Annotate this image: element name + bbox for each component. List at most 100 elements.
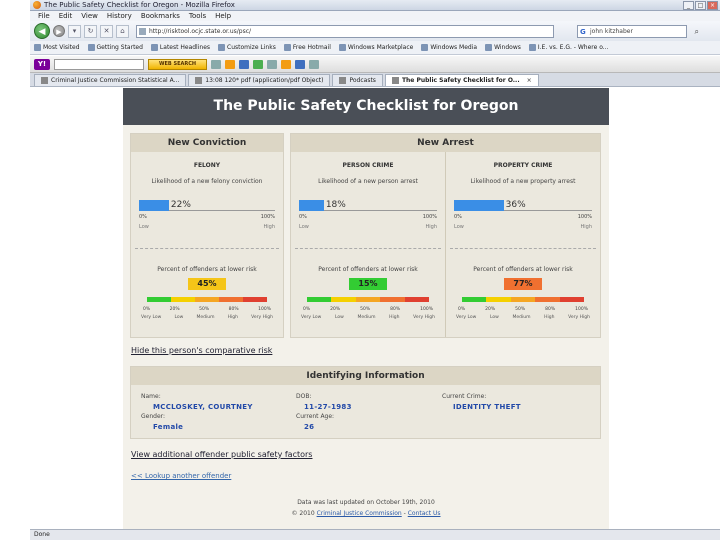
age-value: 26 xyxy=(304,423,315,431)
menu-edit[interactable]: Edit xyxy=(59,12,73,20)
percentile-tick: 80% xyxy=(545,307,556,312)
risk-level-label: Very High xyxy=(413,315,435,320)
search-box[interactable]: G john kitzhaber ⌕ xyxy=(577,24,699,38)
toolbar-star-icon[interactable] xyxy=(225,59,236,69)
new-conviction-section: New Conviction FELONY Likelihood of a ne… xyxy=(130,133,284,338)
tab-close-icon[interactable]: × xyxy=(527,77,532,84)
percentile-tick: 0% xyxy=(458,307,466,312)
risk-level-label: Very High xyxy=(568,315,590,320)
menu-history[interactable]: History xyxy=(107,12,132,20)
bookmark-ie-vs-eg[interactable]: I.E. vs. E.G. - Where o... xyxy=(528,44,609,51)
risk-segment xyxy=(380,297,405,302)
toolbar-news-icon[interactable] xyxy=(267,59,278,69)
risk-segment xyxy=(486,297,511,302)
percentile-ticks: 0% 20% 50% 80% 100% xyxy=(458,307,588,312)
contact-us-link[interactable]: Contact Us xyxy=(408,510,441,517)
bookmark-windows-media[interactable]: Windows Media xyxy=(421,44,477,51)
stop-icon[interactable]: ✕ xyxy=(100,24,113,38)
risk-level-label: Low xyxy=(489,315,499,320)
risk-level-label: Medium xyxy=(357,315,376,320)
bookmark-windows[interactable]: Windows xyxy=(485,44,521,51)
percentile-tick: 20% xyxy=(330,307,341,312)
tab-favicon xyxy=(339,77,347,84)
crime-value: IDENTITY THEFT xyxy=(453,403,521,411)
google-icon: G xyxy=(580,27,586,36)
menu-tools[interactable]: Tools xyxy=(189,12,206,20)
bookmark-getting-started[interactable]: Getting Started xyxy=(87,44,143,51)
url-bar[interactable]: http://risktool.ocjc.state.or.us/psc/ xyxy=(136,24,554,38)
risk-segment xyxy=(307,297,332,302)
tab-cjc-statistical[interactable]: Criminal Justice Commission Statistical … xyxy=(34,74,187,86)
bookmark-icon xyxy=(338,44,346,51)
bookmark-free-hotmail[interactable]: Free Hotmail xyxy=(283,44,331,51)
maximize-button[interactable]: □ xyxy=(695,1,706,10)
toolbar-shopping-icon[interactable] xyxy=(253,59,264,69)
menu-file[interactable]: File xyxy=(38,12,50,20)
risk-segment xyxy=(195,297,219,302)
bookmark-latest-headlines[interactable]: Latest Headlines xyxy=(150,44,210,51)
toolbar-answers-icon[interactable] xyxy=(309,59,320,69)
menu-help[interactable]: Help xyxy=(215,12,231,20)
divider xyxy=(135,248,279,249)
toolbar-games-icon[interactable] xyxy=(281,59,292,69)
view-additional-factors-link[interactable]: View additional offender public safety f… xyxy=(131,450,312,459)
reload-icon[interactable]: ↻ xyxy=(84,24,97,38)
hide-comparative-risk-link[interactable]: Hide this person's comparative risk xyxy=(131,346,272,355)
toolbar-pencil-icon[interactable] xyxy=(211,59,222,69)
bookmark-icon xyxy=(218,44,226,51)
risk-level-label: Medium xyxy=(196,315,215,320)
risk-level-label: High xyxy=(544,315,555,320)
risk-segment xyxy=(510,297,536,302)
lookup-another-offender-link[interactable]: << Lookup another offender xyxy=(131,472,231,480)
back-button[interactable]: ◀ xyxy=(34,23,50,39)
age-label: Current Age: xyxy=(296,413,335,420)
percentile-tick: 50% xyxy=(360,307,371,312)
risk-level-bar xyxy=(462,297,585,302)
tab-public-safety[interactable]: The Public Safety Checklist for O... × xyxy=(384,74,539,86)
window-title: The Public Safety Checklist for Oregon -… xyxy=(44,1,235,9)
name-label: Name: xyxy=(141,393,161,400)
yahoo-search-input[interactable] xyxy=(54,58,144,70)
yahoo-logo-icon[interactable]: Y! xyxy=(34,58,50,70)
tab-pdf-object[interactable]: 13:08 120* pdf (application/pdf Object) xyxy=(188,74,331,86)
toolbar-mail-icon[interactable] xyxy=(239,59,250,69)
scale-low: Low xyxy=(299,224,309,230)
percentile-tick: 100% xyxy=(575,307,588,312)
history-dropdown-icon[interactable]: ▾ xyxy=(68,24,81,38)
percentile-tick: 0% xyxy=(143,307,151,312)
yahoo-toolbar: Y! WEB SEARCH xyxy=(30,56,720,73)
forward-button[interactable]: ▶ xyxy=(53,25,65,37)
footer-updated: Data was last updated on October 19th, 2… xyxy=(297,499,435,506)
cjc-link[interactable]: Criminal Justice Commission xyxy=(317,510,402,517)
scale-high: High xyxy=(425,224,438,230)
gender-value: Female xyxy=(153,423,184,431)
likelihood-percent: 36% xyxy=(505,200,526,210)
percentile-ticks: 0% 20% 50% 80% 100% xyxy=(143,307,271,312)
risk-level-label: High xyxy=(389,315,400,320)
tab-podcasts[interactable]: Podcasts xyxy=(332,74,383,86)
risk-segment xyxy=(331,297,356,302)
scale-min: 0% xyxy=(454,214,462,220)
new-arrest-section: New Arrest PERSON CRIME Likelihood of a … xyxy=(290,133,601,338)
likelihood-scale: 36% xyxy=(454,200,592,211)
firefox-icon xyxy=(33,1,41,9)
scale-min: 0% xyxy=(299,214,307,220)
bookmark-windows-marketplace[interactable]: Windows Marketplace xyxy=(338,44,413,51)
web-search-button[interactable]: WEB SEARCH xyxy=(148,58,208,70)
home-icon[interactable]: ⌂ xyxy=(116,24,129,38)
scale-min: 0% xyxy=(139,214,147,220)
minimize-button[interactable]: _ xyxy=(683,1,694,10)
risk-level-label: Medium xyxy=(512,315,531,320)
column-title: PROPERTY CRIME xyxy=(493,162,553,169)
close-button[interactable]: × xyxy=(707,1,718,10)
bookmark-most-visited[interactable]: Most Visited xyxy=(34,44,80,51)
search-icon[interactable]: ⌕ xyxy=(695,26,699,37)
likelihood-percent: 22% xyxy=(170,200,191,210)
menu-view[interactable]: View xyxy=(81,12,98,20)
risk-segment xyxy=(147,297,171,302)
window-titlebar: The Public Safety Checklist for Oregon -… xyxy=(30,0,720,11)
menu-bookmarks[interactable]: Bookmarks xyxy=(141,12,180,20)
toolbar-music-icon[interactable] xyxy=(295,59,306,69)
bookmark-customize-links[interactable]: Customize Links xyxy=(218,44,276,51)
scale-low: Low xyxy=(139,224,149,230)
